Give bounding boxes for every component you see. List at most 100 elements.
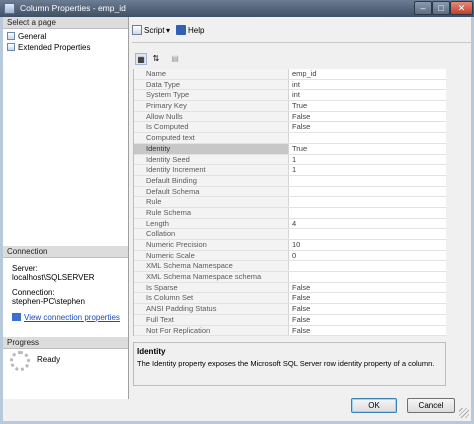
page-item-extended-properties[interactable]: Extended Properties: [7, 42, 91, 53]
property-value[interactable]: [289, 176, 447, 186]
property-name: Rule: [144, 197, 289, 207]
row-gutter: [134, 261, 144, 272]
property-name: Is Sparse: [144, 282, 289, 293]
property-row[interactable]: Length 4: [134, 218, 447, 230]
property-value[interactable]: emp_id: [289, 69, 447, 79]
property-row[interactable]: Computed text: [134, 133, 447, 144]
cancel-button[interactable]: Cancel: [407, 398, 455, 413]
property-value[interactable]: False: [289, 283, 447, 293]
row-gutter: [134, 293, 144, 304]
script-button[interactable]: Script: [132, 24, 164, 38]
sort-categorized-icon[interactable]: ▦: [135, 53, 147, 65]
property-row[interactable]: Identity True: [134, 143, 447, 155]
property-value[interactable]: [289, 187, 447, 197]
property-value[interactable]: 0: [289, 251, 447, 261]
view-connection-properties-link[interactable]: View connection properties: [12, 313, 120, 322]
property-value[interactable]: False: [289, 293, 447, 303]
property-name: Length: [144, 218, 289, 229]
property-row[interactable]: System Type int: [134, 90, 447, 102]
property-name: Full Text: [144, 314, 289, 325]
help-button[interactable]: Help: [176, 24, 204, 38]
script-dropdown-chevron-down-icon[interactable]: ▾: [166, 24, 170, 38]
row-gutter: [134, 229, 144, 239]
property-row[interactable]: Rule Schema: [134, 207, 447, 219]
property-value[interactable]: False: [289, 304, 447, 314]
property-value[interactable]: 1: [289, 155, 447, 165]
property-row[interactable]: Identity Increment 1: [134, 165, 447, 176]
property-row[interactable]: Not For Replication False: [134, 325, 447, 337]
property-pages-icon[interactable]: ▤: [169, 53, 181, 65]
row-gutter: [134, 218, 144, 229]
page-item-general[interactable]: General: [7, 31, 46, 42]
window-icon: [4, 3, 15, 14]
property-row[interactable]: ANSI Padding Status False: [134, 304, 447, 315]
property-name: Primary Key: [144, 101, 289, 111]
ok-button[interactable]: OK: [351, 398, 397, 413]
property-name: Rule Schema: [144, 207, 289, 218]
property-name: Default Binding: [144, 175, 289, 186]
property-row[interactable]: Primary Key True: [134, 101, 447, 112]
property-value[interactable]: 1: [289, 165, 447, 175]
property-name: System Type: [144, 90, 289, 101]
property-value[interactable]: [289, 229, 447, 239]
property-row[interactable]: XML Schema Namespace schema: [134, 272, 447, 283]
description-panel: Identity The Identity property exposes t…: [133, 342, 446, 386]
property-row[interactable]: Identity Seed 1: [134, 154, 447, 166]
help-icon: [176, 25, 186, 35]
property-value[interactable]: [289, 272, 447, 282]
property-row[interactable]: Allow Nulls False: [134, 111, 447, 123]
property-row[interactable]: Is Computed False: [134, 122, 447, 134]
row-gutter: [134, 186, 144, 197]
row-gutter: [134, 207, 144, 218]
row-gutter: [134, 304, 144, 314]
property-name: Default Schema: [144, 186, 289, 197]
row-gutter: [134, 165, 144, 175]
property-name: Is Column Set: [144, 293, 289, 304]
property-value[interactable]: False: [289, 112, 447, 122]
property-value[interactable]: int: [289, 80, 447, 90]
row-gutter: [134, 133, 144, 143]
server-value: localhost\SQLSERVER: [12, 273, 95, 282]
property-row[interactable]: Full Text False: [134, 314, 447, 326]
property-value[interactable]: [289, 197, 447, 207]
row-gutter: [134, 282, 144, 293]
toolbar-separator: [132, 42, 471, 43]
property-value[interactable]: [289, 208, 447, 218]
toolbar: Script ▾ Help: [128, 22, 471, 40]
sort-alphabetical-icon[interactable]: ⇅: [150, 53, 162, 65]
property-row[interactable]: Name emp_id: [134, 69, 447, 80]
property-value[interactable]: 4: [289, 219, 447, 229]
property-value[interactable]: False: [289, 315, 447, 325]
property-value[interactable]: True: [289, 144, 447, 154]
property-row[interactable]: Default Schema: [134, 186, 447, 198]
property-value[interactable]: False: [289, 122, 447, 132]
close-button[interactable]: ✕: [450, 1, 473, 15]
connection-value: stephen-PC\stephen: [12, 297, 85, 306]
title-bar[interactable]: Column Properties - emp_id – □ ✕: [0, 0, 474, 17]
property-row[interactable]: Collation: [134, 229, 447, 240]
maximize-button[interactable]: □: [432, 1, 450, 15]
row-gutter: [134, 250, 144, 261]
property-row[interactable]: Rule: [134, 197, 447, 208]
property-row[interactable]: Numeric Precision 10: [134, 240, 447, 251]
property-name: Allow Nulls: [144, 111, 289, 122]
property-value[interactable]: True: [289, 101, 447, 111]
property-row[interactable]: Data Type int: [134, 79, 447, 91]
property-name: Identity Seed: [144, 154, 289, 165]
row-gutter: [134, 90, 144, 101]
grid-scrollbar[interactable]: [446, 69, 456, 341]
property-value[interactable]: [289, 261, 447, 271]
property-value[interactable]: False: [289, 326, 447, 336]
property-row[interactable]: Is Column Set False: [134, 293, 447, 305]
property-value[interactable]: int: [289, 90, 447, 100]
resize-grip[interactable]: [459, 408, 469, 418]
property-row[interactable]: XML Schema Namespace: [134, 261, 447, 273]
property-value[interactable]: [289, 133, 447, 143]
property-row[interactable]: Numeric Scale 0: [134, 250, 447, 262]
property-value[interactable]: 10: [289, 240, 447, 250]
connection-properties-icon: [12, 313, 21, 321]
property-row[interactable]: Default Binding: [134, 175, 447, 187]
minimize-button[interactable]: –: [414, 1, 432, 15]
property-row[interactable]: Is Sparse False: [134, 282, 447, 294]
property-name: Name: [144, 69, 289, 79]
